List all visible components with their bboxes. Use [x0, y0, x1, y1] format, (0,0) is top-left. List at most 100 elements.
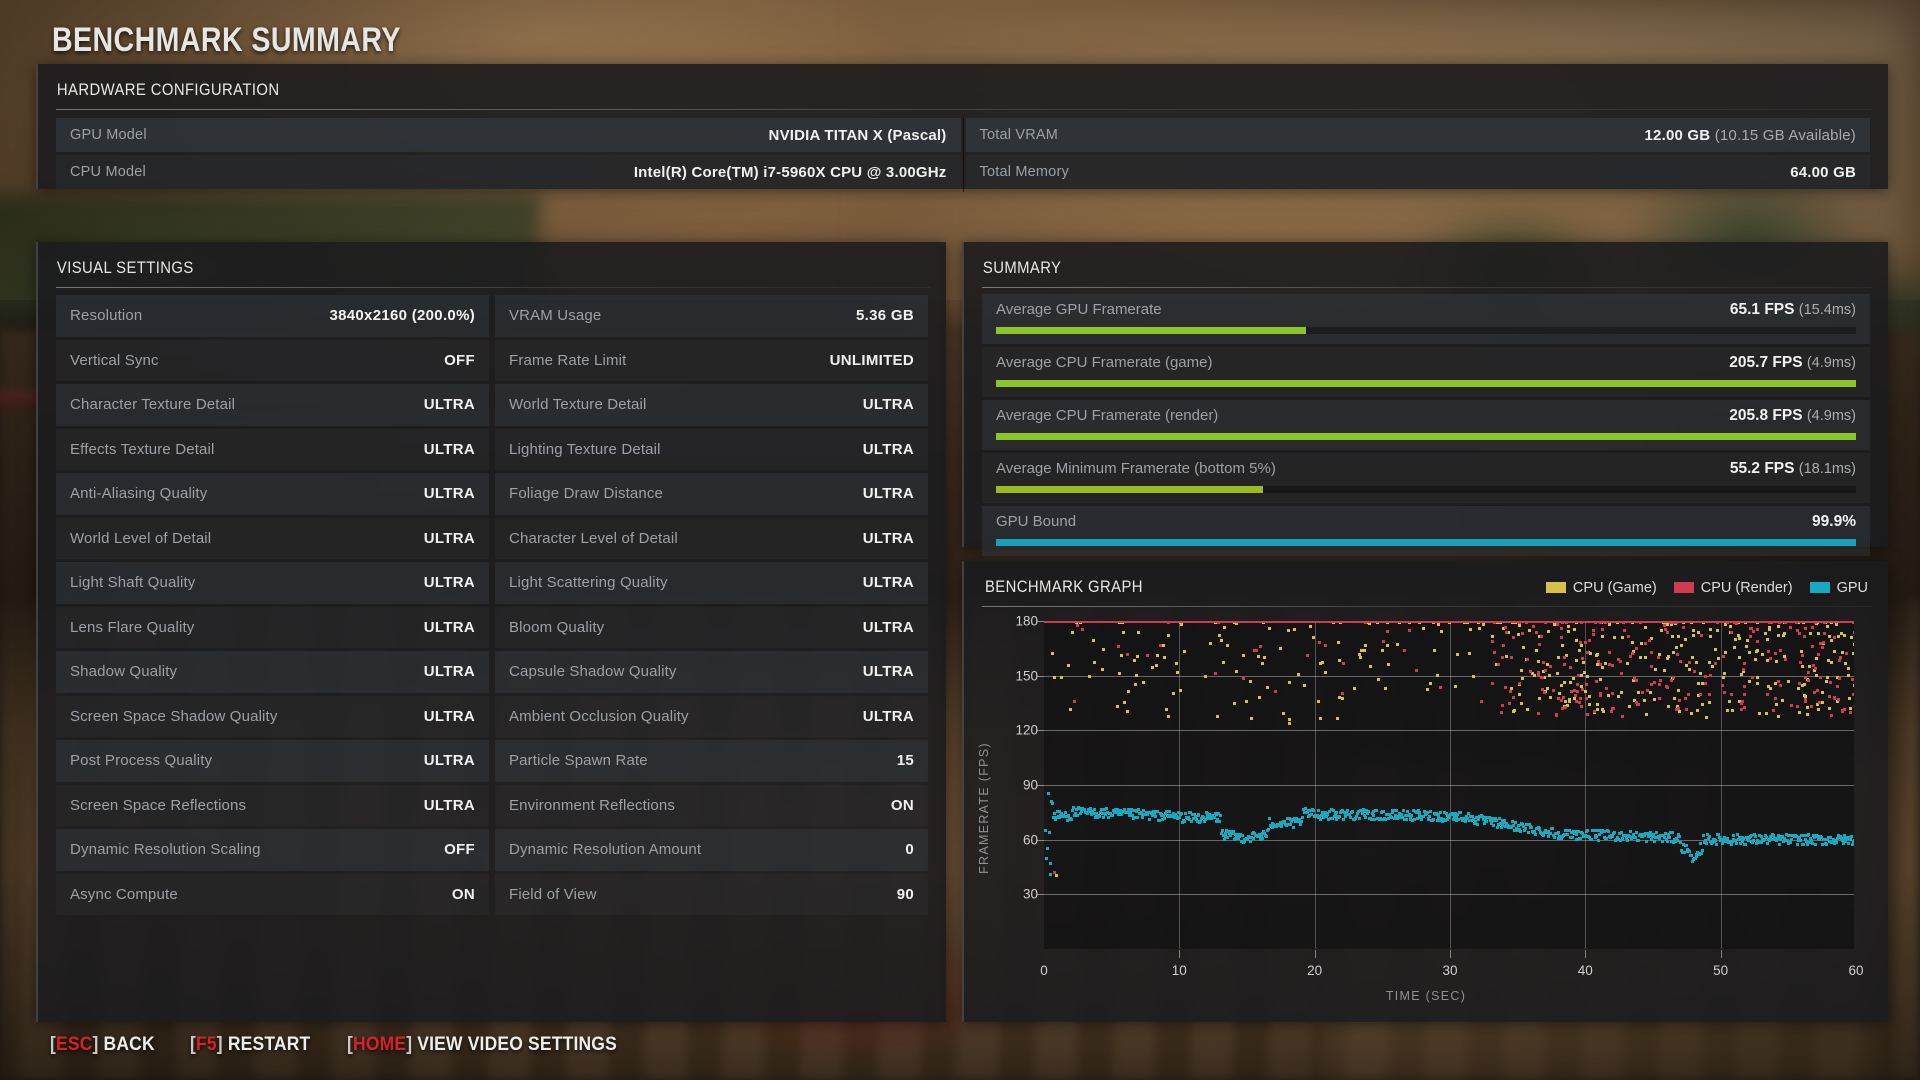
data-point	[1649, 650, 1653, 654]
data-point	[1552, 835, 1556, 839]
data-point	[1606, 693, 1610, 697]
y-axis-tick: 60	[1022, 832, 1038, 848]
graph-divider	[982, 606, 1872, 607]
data-point	[1644, 839, 1648, 843]
data-point	[1172, 691, 1176, 695]
y-tick-mark	[1037, 675, 1044, 677]
setting-row: Async Compute ON	[56, 873, 489, 915]
hotkey-esc[interactable]: [ESC] BACK	[50, 1034, 155, 1056]
hotkey-home[interactable]: [HOME] VIEW VIDEO SETTINGS	[347, 1034, 617, 1056]
hotkey-label: RESTART	[227, 1034, 311, 1055]
data-point	[1075, 813, 1079, 817]
data-point	[1240, 834, 1244, 838]
setting-label: Capsule Shadow Quality	[509, 663, 677, 681]
data-point	[1046, 791, 1050, 795]
data-point	[1562, 663, 1566, 667]
data-point	[1605, 687, 1609, 691]
data-point	[1456, 652, 1460, 656]
data-point	[1677, 634, 1681, 638]
setting-value: ULTRA	[423, 440, 475, 458]
data-point	[1180, 812, 1184, 816]
data-point	[1756, 628, 1760, 632]
data-point	[1721, 675, 1725, 679]
data-point	[1801, 842, 1805, 846]
y-axis-tick: 120	[1015, 722, 1038, 738]
data-point	[1749, 833, 1753, 837]
data-point	[1778, 684, 1782, 688]
data-point	[1852, 631, 1854, 634]
data-point	[1512, 696, 1516, 699]
data-point	[1258, 645, 1262, 649]
data-point	[1673, 697, 1676, 700]
data-point	[1524, 827, 1527, 831]
data-point	[1533, 832, 1537, 836]
data-point	[1746, 839, 1750, 842]
summary-bar-track	[996, 380, 1856, 387]
data-point	[1359, 656, 1363, 660]
data-point	[1576, 682, 1580, 686]
data-point	[1540, 634, 1544, 638]
data-point	[1384, 686, 1388, 690]
summary-bar-track	[996, 433, 1856, 440]
summary-value: 55.2 FPS (18.1ms)	[1729, 460, 1856, 477]
data-point	[1852, 643, 1854, 646]
data-point	[1182, 820, 1186, 824]
data-point	[1836, 685, 1840, 689]
data-point	[1176, 670, 1180, 674]
data-point	[1249, 680, 1253, 684]
data-point	[1700, 849, 1704, 853]
data-point	[1437, 622, 1441, 626]
data-point	[1145, 653, 1149, 657]
data-point	[1826, 675, 1830, 679]
data-point	[1756, 639, 1760, 643]
data-point	[1699, 842, 1702, 846]
legend-swatch-icon	[1809, 582, 1830, 593]
data-point	[1797, 682, 1801, 686]
data-point	[1744, 842, 1748, 846]
data-point	[1375, 808, 1379, 812]
data-point	[1548, 665, 1552, 669]
hardware-configuration-panel: HARDWARE CONFIGURATION GPU Model NVIDIA T…	[36, 64, 1888, 192]
data-point	[1256, 655, 1260, 659]
setting-value: 90	[896, 885, 914, 903]
data-point	[1737, 633, 1741, 637]
hotkey-f5[interactable]: [F5] RESTART	[190, 1034, 310, 1056]
data-point	[1704, 674, 1707, 678]
data-point	[1288, 718, 1292, 722]
data-point	[1703, 682, 1707, 686]
setting-label: Environment Reflections	[509, 796, 676, 814]
data-point	[1317, 699, 1321, 703]
data-point	[1092, 661, 1096, 665]
data-point	[1121, 630, 1125, 634]
data-point	[1851, 651, 1854, 655]
data-point	[1643, 626, 1647, 630]
x-tick-mark	[1314, 950, 1316, 958]
data-point	[1717, 656, 1721, 660]
setting-value: ULTRA	[423, 707, 475, 725]
data-point	[1341, 817, 1345, 821]
x-axis-tick: 50	[1713, 963, 1729, 978]
data-point	[1807, 833, 1811, 837]
setting-label: Bloom Quality	[509, 618, 605, 636]
data-point	[1610, 835, 1614, 839]
setting-label: Screen Space Reflections	[70, 796, 247, 814]
data-point	[1824, 679, 1828, 683]
setting-row: Foliage Draw Distance ULTRA	[495, 473, 928, 515]
data-point	[1688, 668, 1691, 671]
data-point	[1126, 710, 1129, 714]
data-point	[1323, 644, 1327, 648]
data-point	[1806, 712, 1809, 716]
data-point	[1742, 667, 1746, 671]
data-point	[1319, 716, 1323, 720]
data-point	[1155, 663, 1159, 667]
data-point	[1500, 704, 1504, 707]
data-point	[1722, 691, 1726, 695]
data-point	[1571, 676, 1575, 680]
hardware-row-value: 12.00 GB (10.15 GB Available)	[1644, 126, 1856, 144]
x-tick-mark	[1450, 950, 1451, 958]
data-point	[1053, 818, 1057, 822]
data-point	[1667, 705, 1671, 709]
setting-label: Dynamic Resolution Amount	[509, 841, 702, 859]
data-point	[1611, 706, 1615, 710]
data-point	[1509, 655, 1513, 659]
